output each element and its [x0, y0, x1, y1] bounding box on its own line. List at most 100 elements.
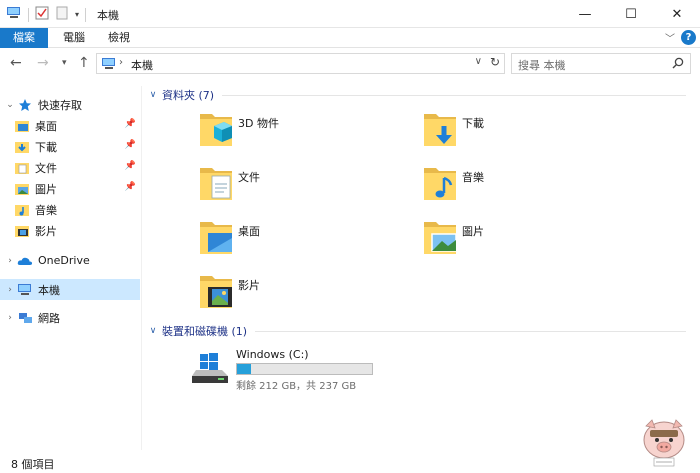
chevron-down-icon[interactable]: ∨	[146, 90, 160, 100]
folder-downloads[interactable]: 下載	[422, 108, 642, 152]
folder-videos[interactable]: 影片	[198, 270, 418, 314]
folder-label: 音樂	[462, 171, 484, 184]
sidebar-item-label: 本機	[38, 283, 60, 297]
new-folder-icon[interactable]	[55, 6, 69, 23]
cloud-icon	[17, 253, 33, 269]
window-title: 本機	[97, 9, 119, 22]
search-box[interactable]: 搜尋 本機	[511, 53, 691, 74]
tab-view[interactable]: 檢視	[99, 28, 139, 48]
group-title: 裝置和磁碟機 (1)	[162, 325, 248, 338]
sidebar-item-onedrive[interactable]: › OneDrive	[0, 250, 140, 271]
navigation-pane: ⌄ 快速存取 桌面 📌 下載 📌 文件 📌 圖片 📌 音樂 影片 › OneDr…	[0, 86, 142, 450]
pictures-folder-icon	[14, 181, 30, 197]
sidebar-item-label: 文件	[35, 161, 57, 175]
title-bar: ▾ 本機 — ☐ ✕	[0, 0, 700, 28]
help-button[interactable]: ?	[681, 30, 696, 45]
sidebar-item-desktop[interactable]: 桌面 📌	[0, 115, 140, 136]
computer-icon	[101, 57, 117, 74]
folder-label: 3D 物件	[238, 117, 279, 130]
tab-file[interactable]: 檔案	[0, 28, 48, 48]
breadcrumb[interactable]: 本機	[131, 57, 153, 73]
sidebar-item-videos[interactable]: 影片	[0, 220, 140, 241]
address-bar[interactable]: › 本機 ∨ ↻	[96, 53, 505, 74]
pin-icon[interactable]: 📌	[125, 119, 136, 129]
downloads-folder-icon	[422, 108, 458, 148]
sidebar-item-label: OneDrive	[38, 254, 90, 267]
pictures-folder-icon	[422, 216, 458, 256]
pin-icon[interactable]: 📌	[125, 161, 136, 171]
sidebar-item-this-pc[interactable]: › 本機	[0, 279, 140, 300]
folder-label: 影片	[238, 279, 260, 292]
pin-icon[interactable]: 📌	[125, 182, 136, 192]
chevron-right-icon[interactable]: ›	[3, 256, 17, 266]
folder-3d-objects[interactable]: 3D 物件	[198, 108, 418, 152]
minimize-button[interactable]: —	[562, 0, 608, 28]
folder-pictures[interactable]: 圖片	[422, 216, 642, 260]
folder-label: 下載	[462, 117, 484, 130]
videos-folder-icon	[198, 270, 234, 310]
folder-label: 圖片	[462, 225, 484, 238]
close-button[interactable]: ✕	[654, 0, 700, 28]
folder-documents[interactable]: 文件	[198, 162, 418, 206]
group-divider	[222, 94, 686, 96]
sidebar-item-downloads[interactable]: 下載 📌	[0, 136, 140, 157]
star-icon	[17, 97, 33, 113]
computer-icon	[17, 282, 33, 298]
chevron-down-icon[interactable]: ⌄	[3, 100, 17, 110]
recent-locations-icon[interactable]: ▾	[62, 58, 67, 68]
maximize-button[interactable]: ☐	[608, 0, 654, 28]
search-input[interactable]: 搜尋 本機	[518, 57, 566, 73]
properties-icon[interactable]	[35, 6, 49, 23]
music-folder-icon	[422, 162, 458, 202]
status-bar: 8 個項目	[0, 452, 700, 473]
breadcrumb-chevron-icon[interactable]: ›	[119, 57, 123, 68]
navigation-bar: ← → ▾ ↑ › 本機 ∨ ↻ 搜尋 本機	[0, 49, 700, 79]
sidebar-item-pictures[interactable]: 圖片 📌	[0, 178, 140, 199]
drive-c[interactable]: Windows (C:) 剩餘 212 GB，共 237 GB	[190, 344, 450, 392]
sidebar-item-music[interactable]: 音樂	[0, 199, 140, 220]
expand-ribbon-icon[interactable]: ﹀	[665, 30, 675, 45]
downloads-folder-icon	[14, 139, 30, 155]
drive-usage-fill	[237, 364, 252, 374]
toolbar-divider	[85, 7, 87, 22]
music-folder-icon	[14, 202, 30, 218]
search-icon[interactable]	[672, 57, 684, 72]
computer-icon	[6, 6, 22, 23]
windows-drive-icon	[190, 352, 230, 387]
folder-desktop[interactable]: 桌面	[198, 216, 418, 260]
pig-logo-watermark	[638, 416, 690, 468]
3d-objects-folder-icon	[198, 108, 234, 148]
devices-group-header[interactable]: ∨ 裝置和磁碟機 (1)	[146, 322, 686, 340]
forward-arrow-icon[interactable]: →	[37, 55, 49, 71]
sidebar-item-label: 影片	[35, 224, 57, 238]
back-arrow-icon[interactable]: ←	[10, 55, 22, 71]
quick-access-toolbar: ▾	[6, 6, 87, 23]
pin-icon[interactable]: 📌	[125, 140, 136, 150]
refresh-icon[interactable]: ↻	[490, 55, 500, 69]
desktop-folder-icon	[198, 216, 234, 256]
folders-group-header[interactable]: ∨ 資料夾 (7)	[146, 86, 686, 104]
sidebar-item-quick-access[interactable]: ⌄ 快速存取	[0, 94, 140, 115]
sidebar-item-label: 快速存取	[38, 98, 82, 112]
file-list: ∨ 資料夾 (7) 3D 物件 下載 文件 音樂 桌面 圖片 影片 ∨ 裝置和磁…	[146, 84, 700, 450]
network-icon	[17, 310, 33, 326]
chevron-down-icon[interactable]: ∨	[475, 56, 482, 67]
sidebar-item-documents[interactable]: 文件 📌	[0, 157, 140, 178]
drive-name: Windows (C:)	[236, 348, 309, 361]
drive-free-space: 剩餘 212 GB，共 237 GB	[236, 381, 357, 392]
chevron-down-icon[interactable]: ∨	[146, 326, 160, 336]
ribbon-tabs: 檔案 電腦 檢視 ﹀ ?	[0, 28, 700, 48]
tab-computer[interactable]: 電腦	[50, 28, 98, 48]
videos-folder-icon	[14, 223, 30, 239]
chevron-right-icon[interactable]: ›	[3, 285, 17, 295]
sidebar-item-label: 桌面	[35, 119, 57, 133]
folder-music[interactable]: 音樂	[422, 162, 642, 206]
up-arrow-icon[interactable]: ↑	[78, 55, 90, 71]
chevron-right-icon[interactable]: ›	[3, 313, 17, 323]
desktop-folder-icon	[14, 118, 30, 134]
documents-folder-icon	[14, 160, 30, 176]
sidebar-item-label: 圖片	[35, 182, 57, 196]
drive-usage-bar	[236, 363, 373, 375]
customize-toolbar-icon[interactable]: ▾	[75, 10, 79, 19]
sidebar-item-network[interactable]: › 網路	[0, 307, 140, 328]
